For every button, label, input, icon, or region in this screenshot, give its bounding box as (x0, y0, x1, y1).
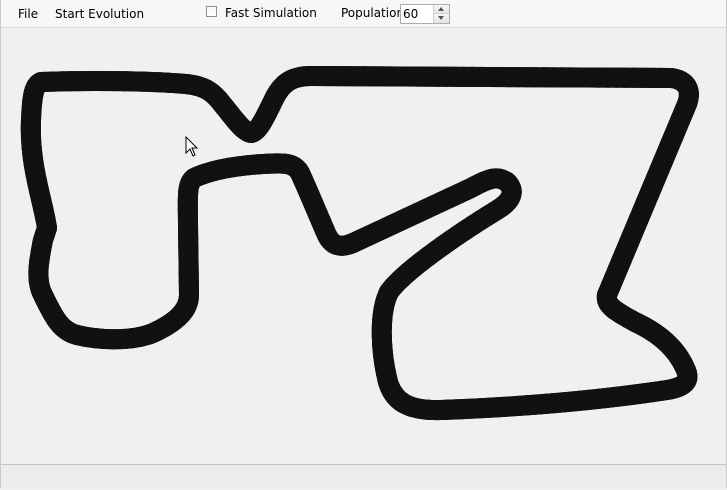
app-window: File Start Evolution Fast Simulation Pop… (0, 0, 727, 489)
status-bar (1, 464, 726, 489)
menu-bar: File Start Evolution Fast Simulation Pop… (1, 0, 726, 28)
fast-simulation-label[interactable]: Fast Simulation (225, 5, 317, 21)
population-input[interactable] (403, 6, 431, 22)
fast-simulation-checkbox[interactable] (206, 6, 217, 17)
spin-up-button[interactable] (434, 5, 449, 14)
race-track-canvas[interactable] (2, 28, 726, 464)
spin-buttons (433, 5, 449, 23)
spin-down-button[interactable] (434, 14, 449, 23)
menu-start-evolution[interactable]: Start Evolution (53, 6, 146, 22)
population-stepper[interactable] (400, 4, 450, 24)
arrow-cursor-icon (185, 136, 199, 157)
menu-file[interactable]: File (16, 6, 40, 22)
population-label: Population (341, 6, 405, 20)
